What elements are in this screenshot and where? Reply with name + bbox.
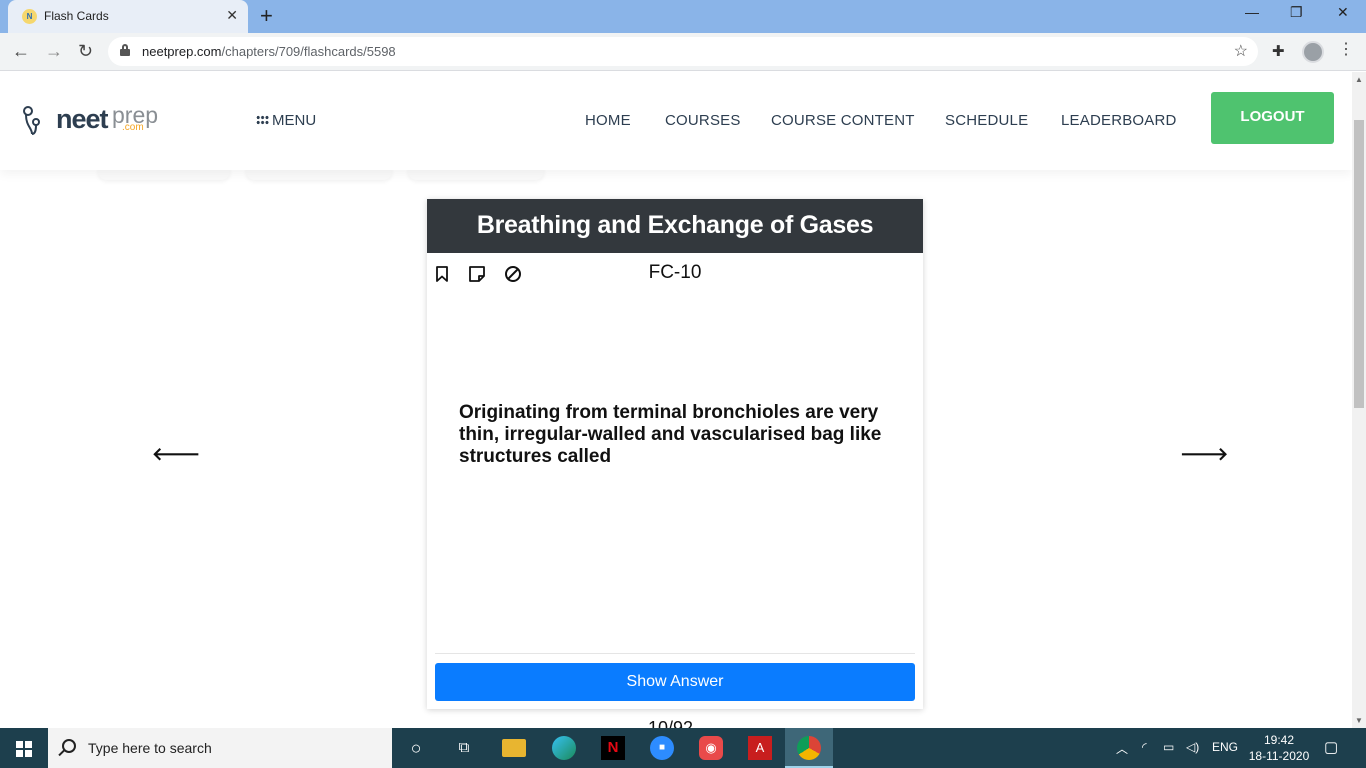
close-tab-icon[interactable]: ✕ [226, 7, 238, 24]
battery-icon[interactable]: ▭ [1163, 740, 1174, 754]
task-view-icon[interactable]: ⧉ [452, 736, 476, 760]
menu-button[interactable]: MENU [256, 112, 316, 129]
windows-taskbar: Type here to search ○ ⧉ N ■ ◉ A ︿ ◜ ▭ ◁)… [0, 728, 1366, 768]
file-explorer-icon[interactable] [502, 739, 526, 757]
scroll-thumb[interactable] [1354, 120, 1364, 408]
logo-com-text: .com [122, 122, 144, 133]
page: neet prep .com MENU HOME COURSES COURSE … [0, 72, 1352, 728]
extensions-icon[interactable]: ✚ [1272, 42, 1285, 60]
scroll-down-icon[interactable]: ▼ [1355, 716, 1363, 725]
search-icon [62, 739, 76, 753]
address-bar[interactable]: neetprep.com/chapters/709/flashcards/559… [108, 37, 1258, 66]
new-tab-button[interactable]: + [260, 3, 273, 29]
cortana-icon[interactable]: ○ [404, 736, 428, 760]
restore-icon[interactable]: ❐ [1290, 4, 1303, 21]
browser-tab[interactable]: N Flash Cards ✕ [8, 0, 248, 33]
search-placeholder: Type here to search [88, 740, 212, 756]
nav-courses[interactable]: COURSES [665, 112, 741, 129]
page-scrollbar[interactable]: ▲ ▼ [1352, 72, 1366, 728]
edge-icon[interactable] [552, 736, 576, 760]
tray-overflow-icon[interactable]: ︿ [1116, 740, 1128, 757]
nav-schedule[interactable]: SCHEDULE [945, 112, 1028, 129]
logout-button[interactable]: LOGOUT [1211, 92, 1334, 144]
tab-title: Flash Cards [44, 9, 109, 23]
clock-time: 19:42 [1263, 733, 1295, 747]
browser-tabbar: N Flash Cards ✕ + — ❐ ✕ [0, 0, 1366, 33]
browser-toolbar: ← → ↻ neetprep.com/chapters/709/flashcar… [0, 33, 1366, 71]
netflix-icon[interactable]: N [601, 736, 625, 760]
card-pager: 10/92 [648, 718, 694, 728]
next-card-icon[interactable]: 🡒 [1180, 444, 1228, 465]
volume-icon[interactable]: ◁) [1186, 740, 1199, 754]
nav-home[interactable]: HOME [585, 112, 631, 129]
site-favicon-icon: N [22, 9, 37, 24]
flashcard-code: FC-10 [648, 262, 702, 283]
notifications-icon[interactable]: ▢ [1324, 738, 1338, 756]
bookmark-star-icon[interactable]: ☆ [1234, 41, 1248, 61]
profile-avatar[interactable] [1302, 41, 1324, 63]
taskbar-search[interactable]: Type here to search [48, 728, 392, 768]
nav-course-content[interactable]: COURSE CONTENT [771, 112, 915, 129]
close-window-icon[interactable]: ✕ [1337, 4, 1349, 21]
site-header: neet prep .com MENU HOME COURSES COURSE … [0, 72, 1352, 170]
reload-icon[interactable]: ↻ [78, 41, 93, 61]
stethoscope-icon [23, 106, 40, 135]
forward-icon[interactable]: → [45, 41, 63, 61]
site-logo[interactable]: neet prep .com [22, 102, 172, 142]
logo-neet-text: neet [56, 104, 109, 134]
back-icon[interactable]: ← [12, 41, 30, 61]
clock-date: 18-11-2020 [1248, 749, 1310, 763]
language-indicator[interactable]: ENG [1212, 740, 1238, 754]
windows-start-icon[interactable] [16, 741, 32, 757]
chrome-taskbar-button[interactable] [785, 728, 833, 768]
previous-card-icon[interactable]: 🡐 [152, 444, 200, 465]
chrome-icon [797, 736, 821, 760]
lock-icon[interactable] [120, 44, 130, 56]
grid-icon [256, 115, 269, 125]
acrobat-icon[interactable]: A [748, 736, 772, 760]
taskbar-clock[interactable]: 19:42 18-11-2020 [1247, 732, 1311, 764]
app-icon[interactable]: ◉ [699, 736, 723, 760]
minimize-icon[interactable]: — [1245, 4, 1259, 20]
divider [435, 653, 915, 654]
scroll-up-icon[interactable]: ▲ [1355, 75, 1363, 84]
nav-leaderboard[interactable]: LEADERBOARD [1061, 112, 1177, 129]
browser-menu-icon[interactable]: ⋮ [1338, 40, 1354, 60]
chapter-title: Breathing and Exchange of Gases [427, 199, 923, 253]
flashcard-question: Originating from terminal bronchioles ar… [459, 402, 882, 467]
wifi-icon[interactable]: ◜ [1142, 740, 1147, 754]
url-text: neetprep.com/chapters/709/flashcards/559… [142, 44, 396, 59]
show-answer-button[interactable]: Show Answer [435, 663, 915, 701]
flashcard: Breathing and Exchange of Gases FC-10 Or… [427, 199, 923, 709]
zoom-icon[interactable]: ■ [650, 736, 674, 760]
